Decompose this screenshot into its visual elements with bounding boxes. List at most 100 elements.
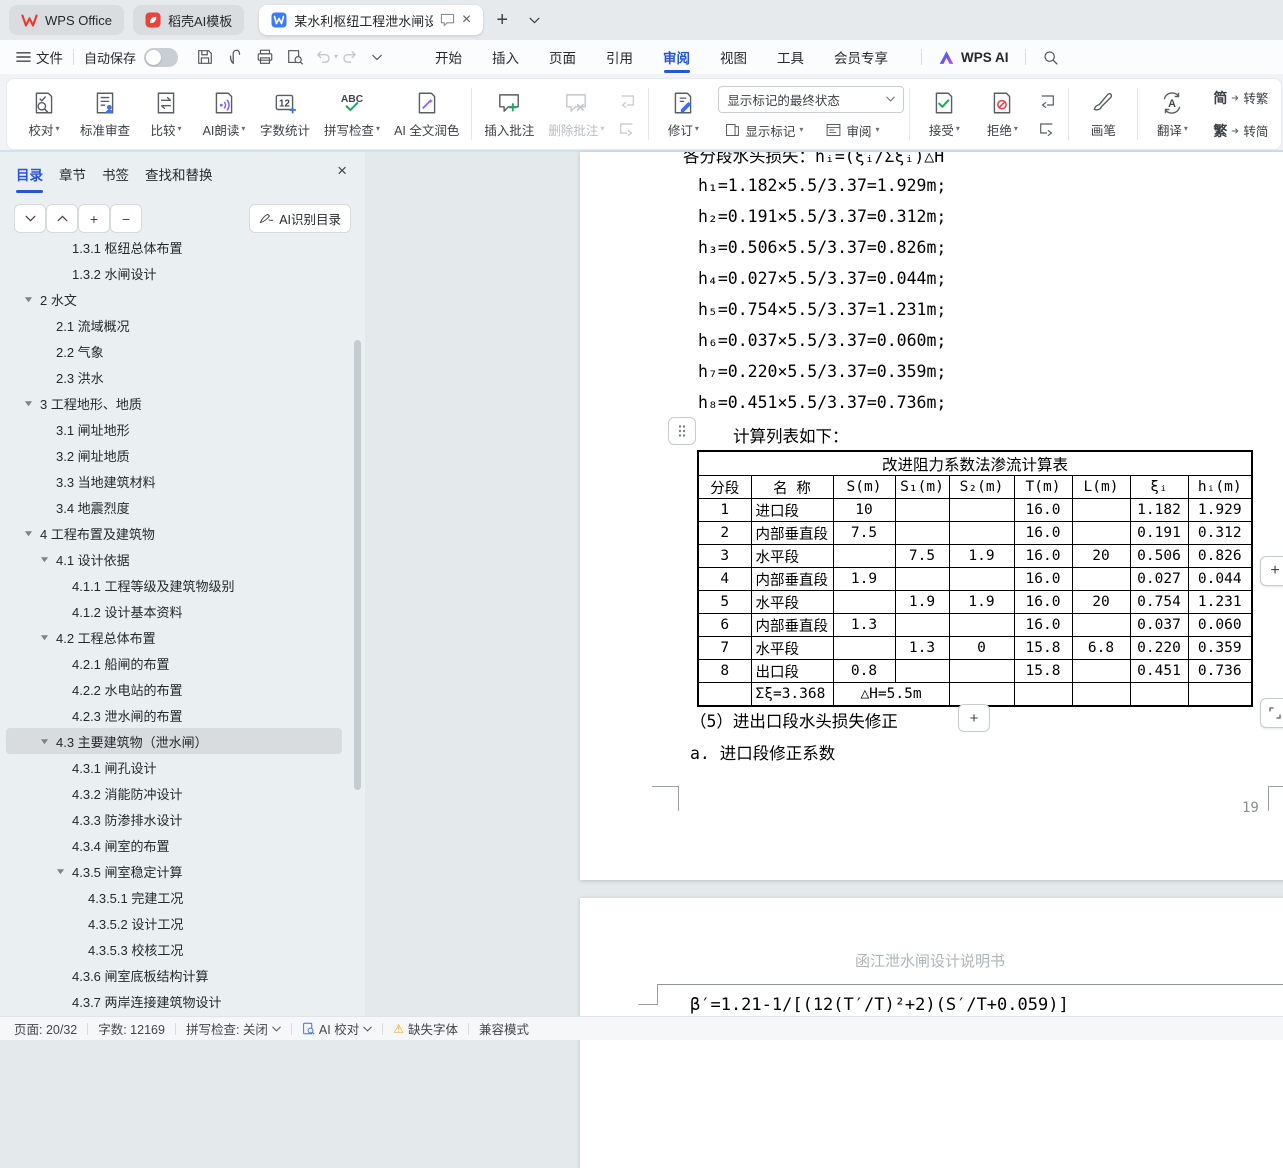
ai-polish-button[interactable]: AI 全文润色 bbox=[387, 86, 466, 143]
track-changes-button[interactable]: 修订▾ bbox=[654, 86, 712, 143]
outline-item[interactable]: 4.3.1 闸孔设计 bbox=[6, 754, 342, 780]
quick-access-chevron-icon[interactable] bbox=[362, 44, 392, 70]
proofread-button[interactable]: 校对▾ bbox=[15, 86, 73, 143]
word-count-button[interactable]: 12 字数统计 bbox=[253, 86, 317, 143]
outline-item[interactable]: 4.2.1 船闸的布置 bbox=[6, 650, 342, 676]
outline-item[interactable]: 4.3.5.2 设计工况 bbox=[6, 910, 342, 936]
simplified-to-traditional-button[interactable]: 简 转繁 bbox=[1207, 85, 1274, 111]
menu-tab-开始[interactable]: 开始 bbox=[420, 40, 477, 74]
sidebar-tab-查找和替换[interactable]: 查找和替换 bbox=[145, 164, 213, 186]
outline-item[interactable]: 4.3.5.3 校核工况 bbox=[6, 936, 342, 962]
outline-item[interactable]: 4.3.2 消能防冲设计 bbox=[6, 780, 342, 806]
outline-item[interactable]: 2.1 流域概况 bbox=[6, 312, 342, 338]
tab-wps-office[interactable]: WPS Office bbox=[9, 5, 124, 35]
status-ai-proofread[interactable]: AI 校对 bbox=[302, 1019, 372, 1038]
status-page-indicator[interactable]: 页面: 20/32 bbox=[14, 1019, 77, 1038]
tab-active-document[interactable]: 某水利枢纽工程泄水闸设计 × bbox=[259, 5, 483, 35]
wps-ai-button[interactable]: WPS AI bbox=[938, 50, 1009, 65]
menu-tab-页面[interactable]: 页面 bbox=[534, 40, 591, 74]
next-revision-icon[interactable] bbox=[1035, 117, 1059, 139]
sidebar-tab-书签[interactable]: 书签 bbox=[102, 164, 129, 186]
expand-arrow-icon[interactable] bbox=[24, 399, 33, 408]
expand-arrow-icon[interactable] bbox=[56, 867, 65, 876]
review-pane-button[interactable]: 审阅▾ bbox=[819, 118, 885, 143]
status-missing-font[interactable]: ⚠ 缺失字体 bbox=[393, 1019, 458, 1038]
outline-item[interactable]: 3.4 地震烈度 bbox=[6, 494, 342, 520]
document-page-19[interactable]: 各分段水头损失：hᵢ=(ξᵢ/Σξᵢ)△H h₁=1.182×5.5/3.37=… bbox=[580, 152, 1283, 880]
close-tab-icon[interactable]: × bbox=[462, 12, 471, 28]
translate-button[interactable]: A 翻译▾ bbox=[1143, 86, 1201, 143]
outline-item[interactable]: 4.1.2 设计基本资料 bbox=[6, 598, 342, 624]
expand-arrow-icon[interactable] bbox=[40, 555, 49, 564]
tab-list-chevron-icon[interactable] bbox=[521, 7, 547, 33]
outline-previous-button[interactable] bbox=[46, 204, 78, 233]
outline-item[interactable]: 4.3.5.1 完建工况 bbox=[6, 884, 342, 910]
search-icon[interactable] bbox=[1036, 44, 1066, 70]
markup-state-dropdown[interactable]: 显示标记的最终状态 bbox=[718, 86, 904, 113]
sidebar-scrollbar[interactable] bbox=[354, 340, 361, 790]
save-icon[interactable] bbox=[190, 44, 220, 70]
outline-item[interactable]: 3.1 闸址地形 bbox=[6, 416, 342, 442]
print-preview-icon[interactable] bbox=[280, 44, 310, 70]
outline-item[interactable]: 1.3.2 水闸设计 bbox=[6, 260, 342, 286]
outline-item[interactable]: 4.3 主要建筑物（泄水闸） bbox=[6, 728, 342, 754]
print-icon[interactable] bbox=[250, 44, 280, 70]
outline-expand-button[interactable]: + bbox=[78, 204, 110, 233]
outline-item[interactable]: 4.1.1 工程等级及建筑物级别 bbox=[6, 572, 342, 598]
sidebar-tab-章节[interactable]: 章节 bbox=[59, 164, 86, 186]
outline-item[interactable]: 4.3.4 闸室的布置 bbox=[6, 832, 342, 858]
standard-review-button[interactable]: 标准审查 bbox=[73, 86, 137, 143]
expand-arrow-icon[interactable] bbox=[24, 529, 33, 538]
traditional-to-simplified-button[interactable]: 繁 转简 bbox=[1207, 118, 1274, 144]
tab-docer-template[interactable]: 稻壳AI模板 bbox=[133, 5, 244, 35]
reject-revision-button[interactable]: 拒绝▾ bbox=[973, 86, 1031, 143]
dialog-launcher-icon[interactable] bbox=[1280, 134, 1282, 143]
outline-item[interactable]: 2 水文 bbox=[6, 286, 342, 312]
spell-check-button[interactable]: ABC 拼写检查▾ bbox=[317, 86, 387, 143]
outline-item[interactable]: 4.3.6 闸室底板结构计算 bbox=[6, 962, 342, 988]
menu-tab-会员专享[interactable]: 会员专享 bbox=[819, 40, 903, 74]
fit-page-button[interactable] bbox=[1260, 698, 1283, 728]
adjust-plus-button[interactable]: + bbox=[1260, 556, 1283, 586]
outline-item[interactable]: 4.1 设计依据 bbox=[6, 546, 342, 572]
expand-arrow-icon[interactable] bbox=[40, 737, 49, 746]
menu-tab-引用[interactable]: 引用 bbox=[591, 40, 648, 74]
menu-tab-审阅[interactable]: 审阅 bbox=[648, 40, 705, 74]
outline-next-button[interactable] bbox=[14, 204, 46, 233]
ai-read-button[interactable]: AI朗读▾ bbox=[195, 86, 253, 143]
outline-item[interactable]: 4.3.7 两岸连接建筑物设计 bbox=[6, 988, 342, 1014]
insert-paragraph-plus-button[interactable]: + bbox=[958, 704, 990, 732]
table-drag-handle-icon[interactable] bbox=[668, 417, 696, 445]
seepage-calculation-table[interactable]: 改进阻力系数法渗流计算表分段名 称S(m)S₁(m)S₂(m)T(m)L(m)ξ… bbox=[697, 450, 1253, 707]
file-menu[interactable]: 文件 bbox=[16, 47, 63, 67]
outline-item[interactable]: 4.3.5 闸室稳定计算 bbox=[6, 858, 342, 884]
outline-item[interactable]: 4.2 工程总体布置 bbox=[6, 624, 342, 650]
insert-comment-button[interactable]: 插入批注 bbox=[477, 86, 541, 143]
expand-arrow-icon[interactable] bbox=[24, 295, 33, 304]
outline-item[interactable]: 1.3.1 枢纽总体布置 bbox=[6, 242, 342, 260]
sidebar-tab-目录[interactable]: 目录 bbox=[16, 164, 43, 186]
export-pdf-icon[interactable] bbox=[220, 44, 250, 70]
ink-brush-button[interactable]: 画笔 bbox=[1074, 86, 1132, 143]
menu-tab-插入[interactable]: 插入 bbox=[477, 40, 534, 74]
status-word-count[interactable]: 字数: 12169 bbox=[98, 1019, 165, 1038]
outline-collapse-button[interactable]: − bbox=[110, 204, 142, 233]
expand-arrow-icon[interactable] bbox=[40, 633, 49, 642]
outline-item[interactable]: 4.3.3 防渗排水设计 bbox=[6, 806, 342, 832]
outline-item[interactable]: 4 工程布置及建筑物 bbox=[6, 520, 342, 546]
outline-item[interactable]: 3.3 当地建筑材料 bbox=[6, 468, 342, 494]
ai-recognize-toc-button[interactable]: AI识别目录 bbox=[249, 204, 351, 233]
outline-item[interactable]: 2.3 洪水 bbox=[6, 364, 342, 390]
outline-item[interactable]: 3 工程地形、地质 bbox=[6, 390, 342, 416]
menu-tab-视图[interactable]: 视图 bbox=[705, 40, 762, 74]
comment-bubble-icon[interactable] bbox=[440, 13, 455, 27]
accept-revision-button[interactable]: 接受▾ bbox=[915, 86, 973, 143]
previous-revision-icon[interactable] bbox=[1035, 89, 1059, 111]
new-tab-button[interactable]: + bbox=[489, 7, 515, 33]
status-spell-check[interactable]: 拼写检查: 关闭 bbox=[186, 1019, 281, 1038]
menu-tab-工具[interactable]: 工具 bbox=[762, 40, 819, 74]
outline-item[interactable]: 4.2.2 水电站的布置 bbox=[6, 676, 342, 702]
autosave-toggle[interactable] bbox=[144, 48, 178, 67]
outline-item[interactable]: 3.2 闸址地质 bbox=[6, 442, 342, 468]
sidebar-close-icon[interactable]: × bbox=[337, 162, 347, 179]
